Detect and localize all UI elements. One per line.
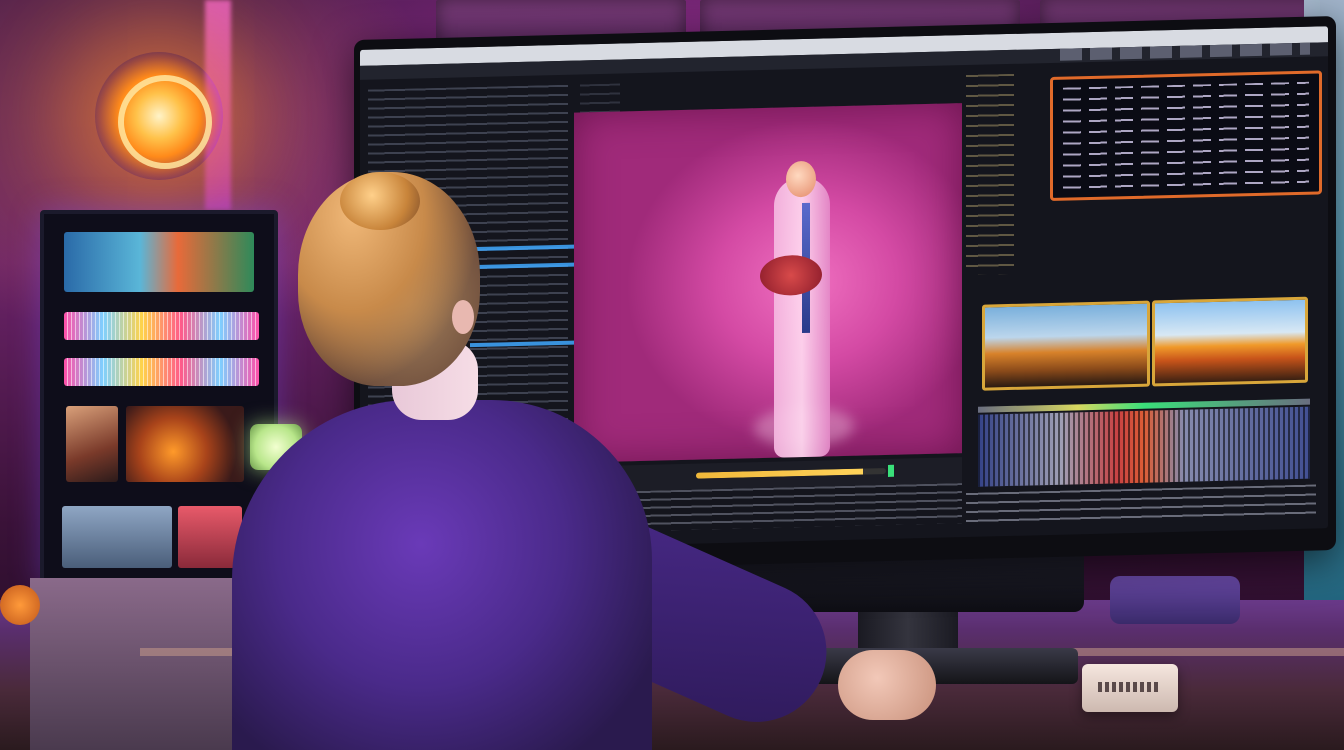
side-monitor-thumbnail bbox=[66, 406, 118, 482]
side-monitor-waveform bbox=[64, 358, 259, 386]
playhead-marker[interactable] bbox=[888, 464, 894, 477]
clip-thumbnail[interactable] bbox=[1152, 296, 1308, 387]
ring-lamp-ring bbox=[118, 75, 212, 169]
side-monitor-clip-preview bbox=[64, 232, 254, 292]
side-monitor-waveform bbox=[64, 312, 259, 340]
side-monitor-panel bbox=[62, 506, 172, 568]
person-hand bbox=[838, 650, 936, 720]
clip-thumbnail[interactable] bbox=[982, 300, 1150, 391]
side-monitor-thumbnail bbox=[126, 406, 244, 482]
audio-meters bbox=[978, 406, 1310, 487]
scene bbox=[0, 0, 1344, 750]
cabinet bbox=[30, 578, 240, 750]
person-ear bbox=[452, 300, 474, 334]
desk-device bbox=[1082, 664, 1178, 712]
status-lines bbox=[966, 484, 1316, 524]
tool-palette[interactable] bbox=[966, 73, 1014, 276]
person-torso bbox=[232, 400, 652, 750]
person-hair-bun bbox=[340, 172, 420, 230]
program-viewer[interactable] bbox=[574, 103, 962, 463]
inspector-panel[interactable] bbox=[1050, 70, 1322, 201]
speaker bbox=[1110, 576, 1240, 624]
orange-light bbox=[0, 585, 40, 625]
